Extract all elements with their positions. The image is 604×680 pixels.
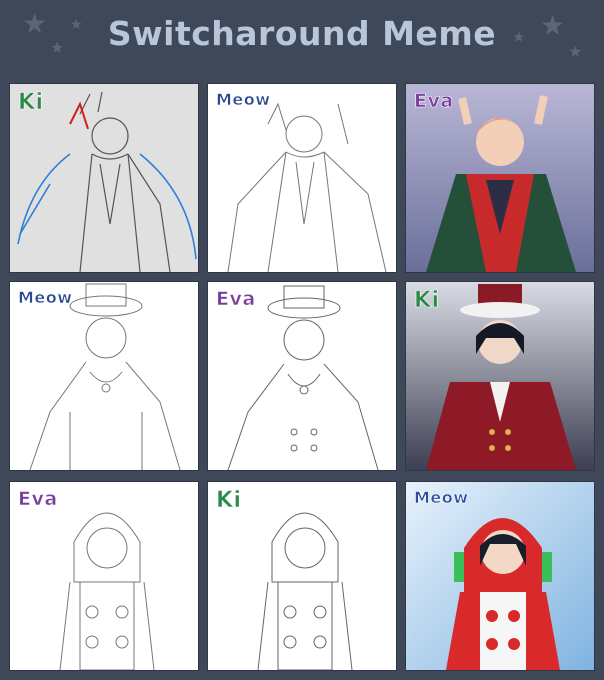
lineart-illustration <box>59 512 155 670</box>
artist-label: Eva <box>18 488 58 511</box>
panel-1: Ki <box>10 84 198 272</box>
panel-5: Eva <box>208 282 396 470</box>
panel-3: Eva <box>406 84 594 272</box>
panel-8: Ki <box>208 482 396 670</box>
artist-label: Meow <box>216 90 271 110</box>
panel-6: Ki <box>406 282 594 470</box>
artist-label: Meow <box>414 488 469 508</box>
color-illustration <box>406 482 594 670</box>
page-title: Switcharound Meme <box>107 14 497 53</box>
lineart-illustration <box>227 102 387 272</box>
color-illustration <box>406 84 594 272</box>
lineart-illustration <box>227 285 379 470</box>
artist-label: Ki <box>414 288 440 314</box>
artist-label: Ki <box>18 90 44 116</box>
panel-4: Meow <box>10 282 198 470</box>
artist-label: Ki <box>216 488 242 514</box>
lineart-illustration <box>29 283 181 470</box>
panel-2: Meow <box>208 84 396 272</box>
panel-7: Eva <box>10 482 198 670</box>
artist-label: Eva <box>414 90 454 113</box>
panel-9: Meow <box>406 482 594 670</box>
artist-label: Meow <box>18 288 73 308</box>
artist-label: Eva <box>216 288 256 311</box>
